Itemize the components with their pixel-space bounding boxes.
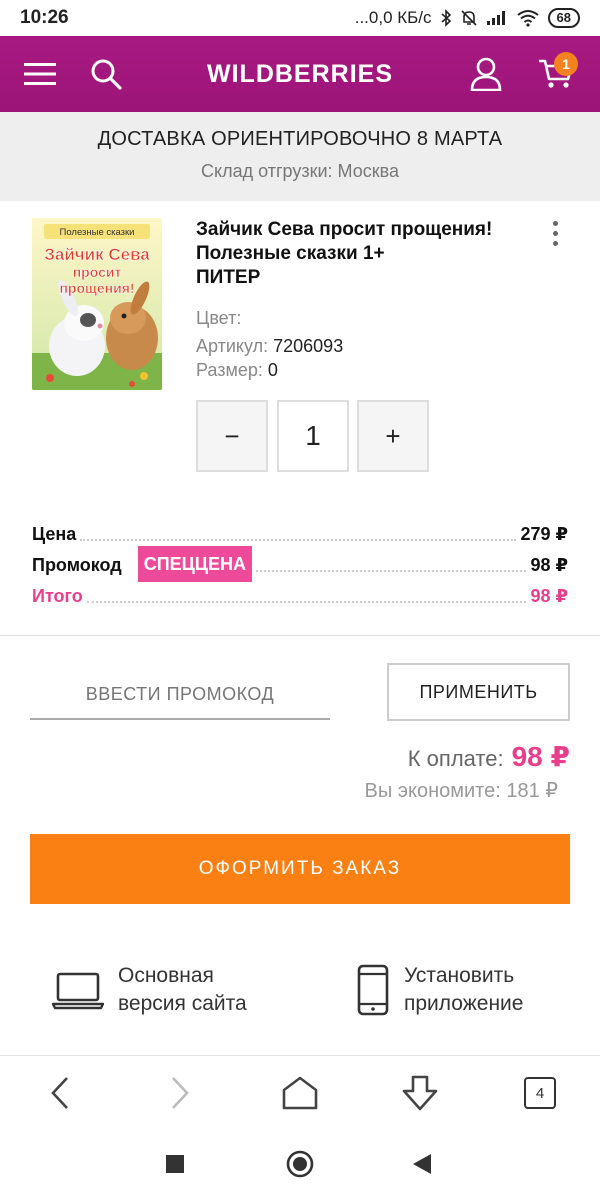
- dotted-leader: [80, 539, 517, 541]
- download-arrow-icon: [402, 1075, 438, 1111]
- desktop-link-line2: версия сайта: [118, 992, 247, 1015]
- search-icon: [91, 59, 122, 90]
- article-label: Артикул:: [196, 336, 269, 356]
- profile-button[interactable]: [456, 36, 516, 112]
- browser-download-button[interactable]: [380, 1056, 460, 1130]
- chevron-right-icon: [172, 1077, 189, 1109]
- delivery-banner: ДОСТАВКА ОРИЕНТИРОВОЧНО 8 МАРТА Склад от…: [0, 112, 600, 201]
- product-article: Артикул: 7206093: [196, 336, 343, 357]
- chevron-left-icon: [51, 1077, 68, 1109]
- system-navigation-bar: [0, 1129, 600, 1199]
- square-icon: [166, 1155, 184, 1173]
- status-bar: 10:26 ...0,0 КБ/с 68: [0, 0, 600, 36]
- battery-indicator: 68: [547, 8, 580, 28]
- home-icon: [282, 1076, 318, 1110]
- warehouse-label: Склад отгрузки: Москва: [201, 161, 399, 181]
- bluetooth-icon: [440, 9, 452, 27]
- browser-tabs-button[interactable]: 4: [500, 1056, 580, 1130]
- cover-title-3: прощения!: [59, 280, 134, 296]
- price-row: Цена 279 ₽: [32, 521, 568, 545]
- cover-series: Полезные сказки: [60, 227, 135, 238]
- laptop-icon: [52, 972, 104, 1010]
- status-icons: ...0,0 КБ/с 68: [355, 8, 580, 28]
- product-color: Цвет:: [196, 308, 241, 329]
- app-header: WILDBERRIES 1: [0, 36, 600, 112]
- wifi-icon: [516, 9, 540, 27]
- hamburger-icon: [24, 63, 56, 85]
- bell-muted-icon: [460, 9, 478, 27]
- kebab-dot: [552, 230, 558, 236]
- product-title-line2: Полезные сказки 1+: [196, 243, 385, 264]
- cart-button[interactable]: 1: [526, 36, 586, 112]
- promo-label: Промокод: [32, 555, 122, 575]
- browser-back-button[interactable]: [20, 1056, 100, 1130]
- product-image[interactable]: Полезные сказки Зайчик Сева просит проще…: [32, 218, 162, 390]
- payment-label: К оплате:: [407, 746, 504, 771]
- quantity-value[interactable]: 1: [277, 400, 349, 472]
- size-value: 0: [267, 360, 278, 380]
- checkout-button[interactable]: ОФОРМИТЬ ЗАКАЗ: [30, 834, 570, 904]
- total-label: Итого: [32, 586, 83, 606]
- system-home-button[interactable]: [260, 1129, 340, 1199]
- apply-promo-button[interactable]: ПРИМЕНИТЬ: [387, 663, 570, 721]
- special-price-badge: СПЕЦЦЕНА: [137, 546, 252, 582]
- promo-value: 98 ₽: [530, 555, 568, 575]
- app-link-line1: Установить: [404, 964, 515, 987]
- savings-text: Вы экономите: 181 ₽: [364, 780, 559, 802]
- product-size: Размер: 0: [196, 360, 278, 381]
- payment-amount: 98 ₽: [511, 741, 570, 772]
- cover-title-1: Зайчик Сева: [44, 245, 150, 264]
- status-time: 10:26: [20, 7, 69, 28]
- phone-icon: [357, 964, 389, 1016]
- delivery-date: ДОСТАВКА ОРИЕНТИРОВОЧНО 8 МАРТА: [97, 128, 503, 150]
- browser-toolbar: 4: [0, 1055, 600, 1129]
- color-label: Цвет:: [196, 308, 242, 328]
- tabs-count: 4: [524, 1077, 556, 1109]
- size-label: Размер:: [196, 360, 263, 380]
- install-app-link[interactable]: Установить приложение: [356, 962, 523, 1018]
- price-value: 279 ₽: [520, 524, 568, 544]
- decrease-quantity-button[interactable]: −: [196, 400, 268, 472]
- promo-row: Промокод СПЕЦЦЕНА 98 ₽: [32, 546, 568, 582]
- app-link-line2: приложение: [404, 992, 524, 1015]
- circle-icon: [286, 1150, 314, 1178]
- cart-count-badge: 1: [554, 52, 578, 76]
- increase-quantity-button[interactable]: +: [357, 400, 429, 472]
- price-label: Цена: [32, 524, 77, 544]
- desktop-link-line1: Основная: [118, 964, 214, 987]
- product-title-line1: Зайчик Сева просит прощения!: [196, 219, 493, 240]
- triangle-back-icon: [413, 1154, 431, 1174]
- browser-forward-button[interactable]: [140, 1056, 220, 1130]
- section-divider: [0, 635, 600, 636]
- product-title[interactable]: Зайчик Сева просит прощения! Полезные ск…: [196, 218, 526, 290]
- product-brand: ПИТЕР: [196, 267, 261, 288]
- menu-button[interactable]: [10, 36, 70, 112]
- search-button[interactable]: [76, 36, 136, 112]
- promo-code-input[interactable]: [30, 670, 330, 720]
- desktop-version-link[interactable]: Основная версия сайта: [52, 962, 247, 1018]
- total-row: Итого 98 ₽: [32, 583, 568, 607]
- user-icon: [470, 57, 502, 91]
- dotted-leader: [255, 570, 527, 572]
- kebab-dot: [552, 240, 558, 246]
- payment-total: К оплате: 98 ₽: [408, 740, 570, 773]
- dotted-leader: [86, 601, 527, 603]
- total-value: 98 ₽: [530, 586, 568, 606]
- cover-title-2: просит: [73, 264, 122, 280]
- article-value: 7206093: [273, 336, 344, 356]
- browser-home-button[interactable]: [260, 1056, 340, 1130]
- recent-apps-button[interactable]: [135, 1129, 215, 1199]
- kebab-dot: [552, 220, 558, 226]
- signal-icon: [486, 10, 508, 26]
- more-options-button[interactable]: [540, 218, 570, 248]
- system-back-button[interactable]: [382, 1129, 462, 1199]
- network-speed: ...0,0 КБ/с: [354, 8, 432, 27]
